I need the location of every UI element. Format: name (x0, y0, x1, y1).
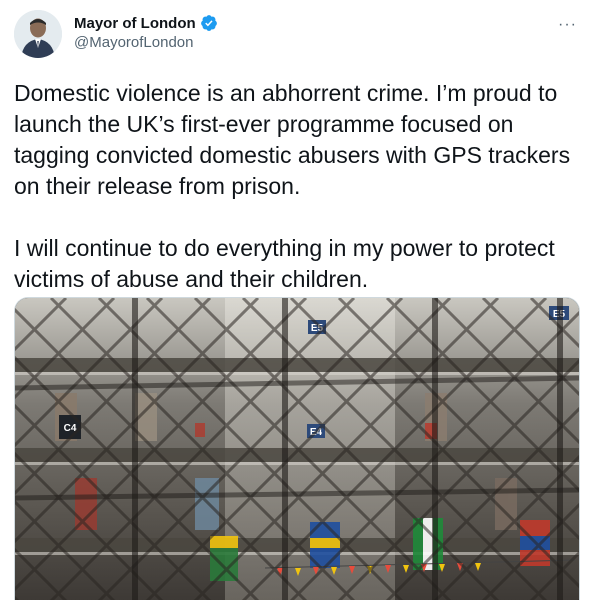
tweet-card[interactable]: Mayor of London @MayorofLondon ··· Domes… (0, 0, 595, 600)
avatar[interactable] (14, 10, 62, 58)
tweet-header: Mayor of London @MayorofLondon ··· (14, 10, 581, 62)
tweet-paragraph: Domestic violence is an abhorrent crime.… (14, 80, 571, 199)
tweet-text: Domestic violence is an abhorrent crime.… (14, 78, 579, 295)
avatar-photo (14, 10, 62, 58)
name-row: Mayor of London (74, 14, 218, 32)
tweet-image[interactable]: E5 E4 C4 E5 (14, 297, 580, 600)
more-options-icon[interactable]: ··· (558, 16, 577, 34)
tweet-paragraph: I will continue to do everything in my p… (14, 235, 555, 292)
display-name[interactable]: Mayor of London (74, 15, 196, 32)
author-block: Mayor of London @MayorofLondon (74, 14, 218, 51)
prison-wing-photo: E5 E4 C4 E5 (15, 298, 579, 600)
verified-badge-icon (200, 14, 218, 32)
user-handle[interactable]: @MayorofLondon (74, 34, 218, 51)
